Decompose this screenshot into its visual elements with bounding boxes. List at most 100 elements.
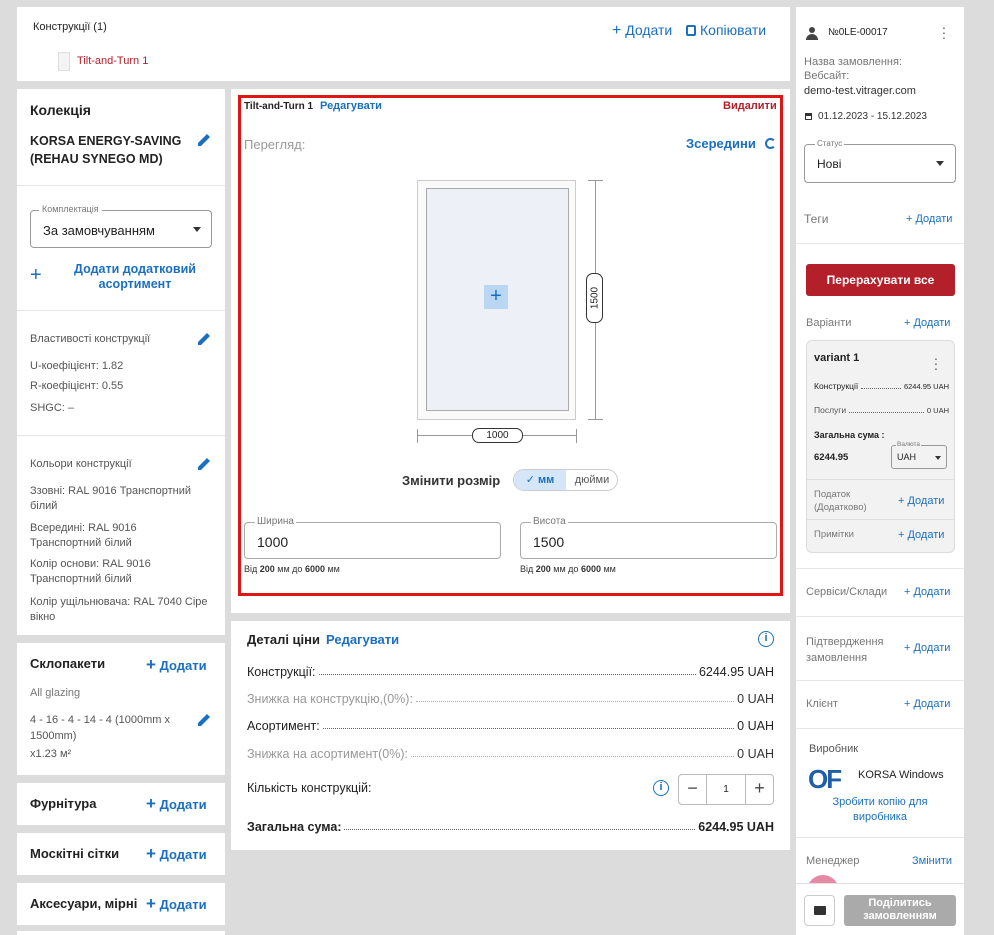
plus-icon: +	[30, 264, 42, 286]
copy-construction-button[interactable]: Копіювати	[686, 22, 766, 38]
qty-decrement-button[interactable]: −	[679, 775, 707, 804]
variant-total-value: 6244.95	[814, 452, 849, 463]
editor-construction-name: Tilt-and-Turn 1	[244, 101, 314, 112]
width-input-value: 1000	[257, 534, 289, 550]
price-row: Асортимент: 0 UAH	[247, 719, 774, 733]
price-row: Знижка на конструкцію,(0%): 0 UAH	[247, 692, 774, 706]
edit-collection-pencil-icon[interactable]	[196, 132, 212, 148]
website-value: demo-test.vitrager.com	[804, 85, 916, 97]
qty-increment-button[interactable]: +	[745, 775, 773, 804]
unit-toggle: ✓ мм дюйми	[513, 469, 618, 491]
collection-card: Колекція KORSA ENERGY-SAVING (REHAU SYNEG…	[17, 89, 225, 635]
height-input[interactable]: Висота 1500	[520, 516, 777, 559]
change-manager-link[interactable]: Змінити	[912, 855, 952, 867]
currency-label: Валюта	[896, 441, 921, 448]
add-hardware-button[interactable]: + Додати	[146, 794, 207, 814]
hardware-card: Фурнітура + Додати	[17, 783, 225, 825]
height-hint: Від 200 мм до 6000 мм	[520, 564, 616, 574]
unit-inch-button[interactable]: дюйми	[566, 470, 617, 490]
window-frame[interactable]: +	[417, 180, 576, 420]
glazing-card: Склопакети + Додати All glazing 4 - 16 -…	[17, 643, 225, 775]
add-assortment-button[interactable]: + Додати додатковий асортимент	[30, 262, 215, 296]
tax-label: Податок (Додатково)	[814, 489, 867, 513]
chat-button[interactable]	[804, 895, 835, 926]
height-input-label: Висота	[531, 516, 568, 527]
mosquito-card: Москітні сітки + Додати	[17, 833, 225, 875]
status-select[interactable]: Статус Нові	[804, 139, 956, 183]
manager-label: Менеджер	[806, 855, 860, 867]
add-variant-button[interactable]: + Додати	[904, 317, 950, 329]
kit-select[interactable]: Комплектація За замовчуванням	[30, 204, 212, 248]
refresh-icon	[764, 138, 776, 149]
color-outside: Ззовні: RAL 9016 Транспортний білий	[30, 485, 191, 512]
add-tag-button[interactable]: + Додати	[906, 213, 952, 225]
mosquito-title: Москітні сітки	[30, 846, 120, 861]
price-title: Деталі ціни	[247, 632, 321, 647]
plus-icon: +	[146, 844, 156, 863]
bottom-bar: Поділитись замовленням	[796, 883, 964, 935]
add-element-plus-icon[interactable]: +	[484, 285, 508, 309]
add-client-button[interactable]: + Додати	[904, 698, 950, 710]
collection-title: Колекція	[30, 102, 91, 118]
edit-props-pencil-icon[interactable]	[196, 331, 212, 347]
producer-name: KORSA Windows	[858, 769, 944, 781]
copy-icon	[686, 25, 696, 36]
chevron-down-icon	[936, 161, 944, 166]
constructions-title: Конструкції (1)	[33, 21, 107, 33]
copy-for-producer-link[interactable]: Зробити копію для виробника	[822, 795, 938, 825]
status-label: Статус	[815, 139, 845, 148]
plus-icon: +	[146, 894, 156, 913]
qty-info-icon[interactable]: i	[653, 780, 669, 796]
accessories-card: Аксесуари, мірні + Додати	[17, 883, 225, 925]
editor-edit-link[interactable]: Редагувати	[320, 100, 382, 112]
add-service-button[interactable]: + Додати	[904, 586, 950, 598]
website-label: Вебсайт:	[804, 70, 850, 82]
height-dimension-label[interactable]: 1500	[586, 273, 603, 323]
status-value: Нові	[817, 157, 842, 171]
share-order-button[interactable]: Поділитись замовленням	[844, 895, 956, 926]
edit-colors-pencil-icon[interactable]	[196, 456, 212, 472]
variant-name[interactable]: variant 1	[814, 352, 859, 364]
width-input[interactable]: Ширина 1000	[244, 516, 501, 559]
add-note-button[interactable]: + Додати	[898, 529, 944, 541]
add-mosquito-button[interactable]: + Додати	[146, 844, 207, 864]
user-icon	[806, 27, 818, 41]
order-dates: 01.12.2023 - 15.12.2023	[818, 111, 927, 122]
price-edit-link[interactable]: Редагувати	[326, 632, 399, 647]
qty-value[interactable]: 1	[707, 775, 745, 804]
price-row: Знижка на асортимент(0%): 0 UAH	[247, 747, 774, 761]
width-hint: Від 200 мм до 6000 мм	[244, 564, 340, 574]
view-side-toggle[interactable]: Зсередини	[686, 136, 776, 151]
add-accessories-button[interactable]: + Додати	[146, 894, 207, 914]
hardware-title: Фурнітура	[30, 796, 97, 811]
chevron-down-icon	[193, 227, 201, 232]
construction-thumbnail[interactable]	[58, 52, 70, 71]
color-base: Колір основи: RAL 9016 Транспортний білий	[30, 558, 151, 585]
add-glazing-button[interactable]: + Додати	[146, 655, 207, 675]
check-icon: ✓	[525, 474, 535, 486]
plus-icon: +	[146, 794, 156, 813]
add-tax-button[interactable]: + Додати	[898, 495, 944, 507]
chevron-down-icon	[935, 456, 941, 460]
width-dimension-label[interactable]: 1000	[472, 428, 523, 443]
editor-delete-link[interactable]: Видалити	[723, 100, 777, 112]
unit-mm-button[interactable]: ✓ мм	[514, 470, 566, 490]
info-icon[interactable]: i	[758, 631, 774, 647]
next-card-stub	[17, 931, 225, 935]
plus-icon: +	[612, 22, 622, 39]
variant-more-icon[interactable]: · · ·	[932, 351, 940, 375]
u-coefficient: U-коефіцієнт: 1.82	[30, 360, 124, 372]
add-construction-button[interactable]: + Додати	[612, 22, 672, 40]
glazing-title: Склопакети	[30, 656, 106, 671]
construction-item-link[interactable]: Tilt-and-Turn 1	[77, 55, 148, 67]
client-label: Клієнт	[806, 698, 838, 710]
constructions-card: Конструкції (1) + Додати Копіювати Tilt-…	[17, 7, 790, 81]
more-options-icon[interactable]: · · ·	[939, 20, 949, 44]
accessories-title: Аксесуари, мірні	[30, 896, 138, 911]
add-confirmation-button[interactable]: + Додати	[904, 642, 950, 654]
order-confirmation-label: Підтвердження замовлення	[806, 636, 884, 664]
edit-glazing-pencil-icon[interactable]	[196, 712, 212, 728]
currency-select[interactable]: Валюта UAH	[891, 441, 947, 469]
notes-label: Примітки	[814, 529, 854, 540]
recalculate-all-button[interactable]: Перерахувати все	[806, 264, 955, 296]
